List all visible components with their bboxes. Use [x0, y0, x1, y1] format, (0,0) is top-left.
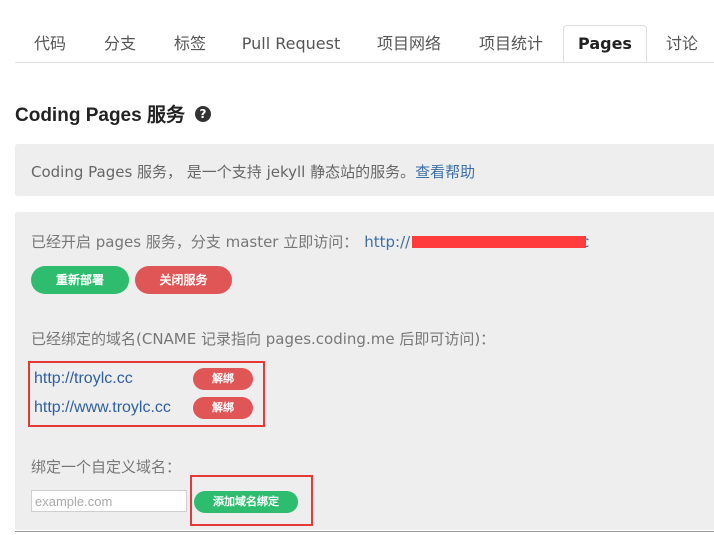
info-text: Coding Pages 服务， 是一个支持 jekyll 静态站的服务。查看帮…	[31, 161, 475, 182]
domain-input[interactable]	[31, 490, 187, 512]
tab-branches[interactable]: 分支	[99, 25, 141, 62]
redaction-bar	[412, 236, 587, 248]
domain-link[interactable]: http://troylc.cc	[34, 370, 133, 388]
tab-code[interactable]: 代码	[29, 25, 71, 62]
tab-statistics[interactable]: 项目统计	[473, 25, 549, 62]
tab-network[interactable]: 项目网络	[371, 25, 447, 62]
status-line: 已经开启 pages 服务，分支 master 立即访问： http://c	[31, 231, 589, 252]
help-link[interactable]: 查看帮助	[415, 163, 475, 181]
unbind-button[interactable]: 解绑	[193, 397, 253, 419]
close-service-button[interactable]: 关闭服务	[135, 266, 232, 294]
unbind-button[interactable]: 解绑	[193, 368, 253, 390]
pages-panel: 已经开启 pages 服务，分支 master 立即访问： http://c 重新…	[15, 212, 714, 530]
tab-discussion[interactable]: 讨论	[661, 25, 703, 62]
redeploy-button[interactable]: 重新部署	[31, 266, 129, 294]
add-domain-button[interactable]: 添加域名绑定	[194, 491, 298, 513]
question-circle-icon[interactable]: ?	[195, 106, 211, 122]
bottom-divider	[15, 531, 714, 532]
info-box: Coding Pages 服务， 是一个支持 jekyll 静态站的服务。查看帮…	[15, 144, 714, 196]
site-url-link[interactable]: http://c	[364, 233, 589, 251]
tab-tags[interactable]: 标签	[169, 25, 211, 62]
tab-pages[interactable]: Pages	[563, 25, 647, 62]
tab-pull-request[interactable]: Pull Request	[239, 25, 343, 62]
cname-hint: 已经绑定的域名(CNAME 记录指向 pages.coding.me 后即可访问…	[31, 330, 496, 348]
info-description: Coding Pages 服务， 是一个支持 jekyll 静态站的服务。	[31, 163, 416, 181]
bind-domain-label: 绑定一个自定义域名：	[31, 458, 182, 476]
site-url-prefix: http://	[364, 233, 411, 251]
status-text: 已经开启 pages 服务，分支 master 立即访问：	[31, 233, 359, 251]
page-title: Coding Pages 服务	[15, 105, 185, 126]
repo-tabs: 代码 分支 标签 Pull Request 项目网络 项目统计 Pages 讨论	[15, 25, 714, 63]
domain-link[interactable]: http://www.troylc.cc	[34, 399, 171, 417]
